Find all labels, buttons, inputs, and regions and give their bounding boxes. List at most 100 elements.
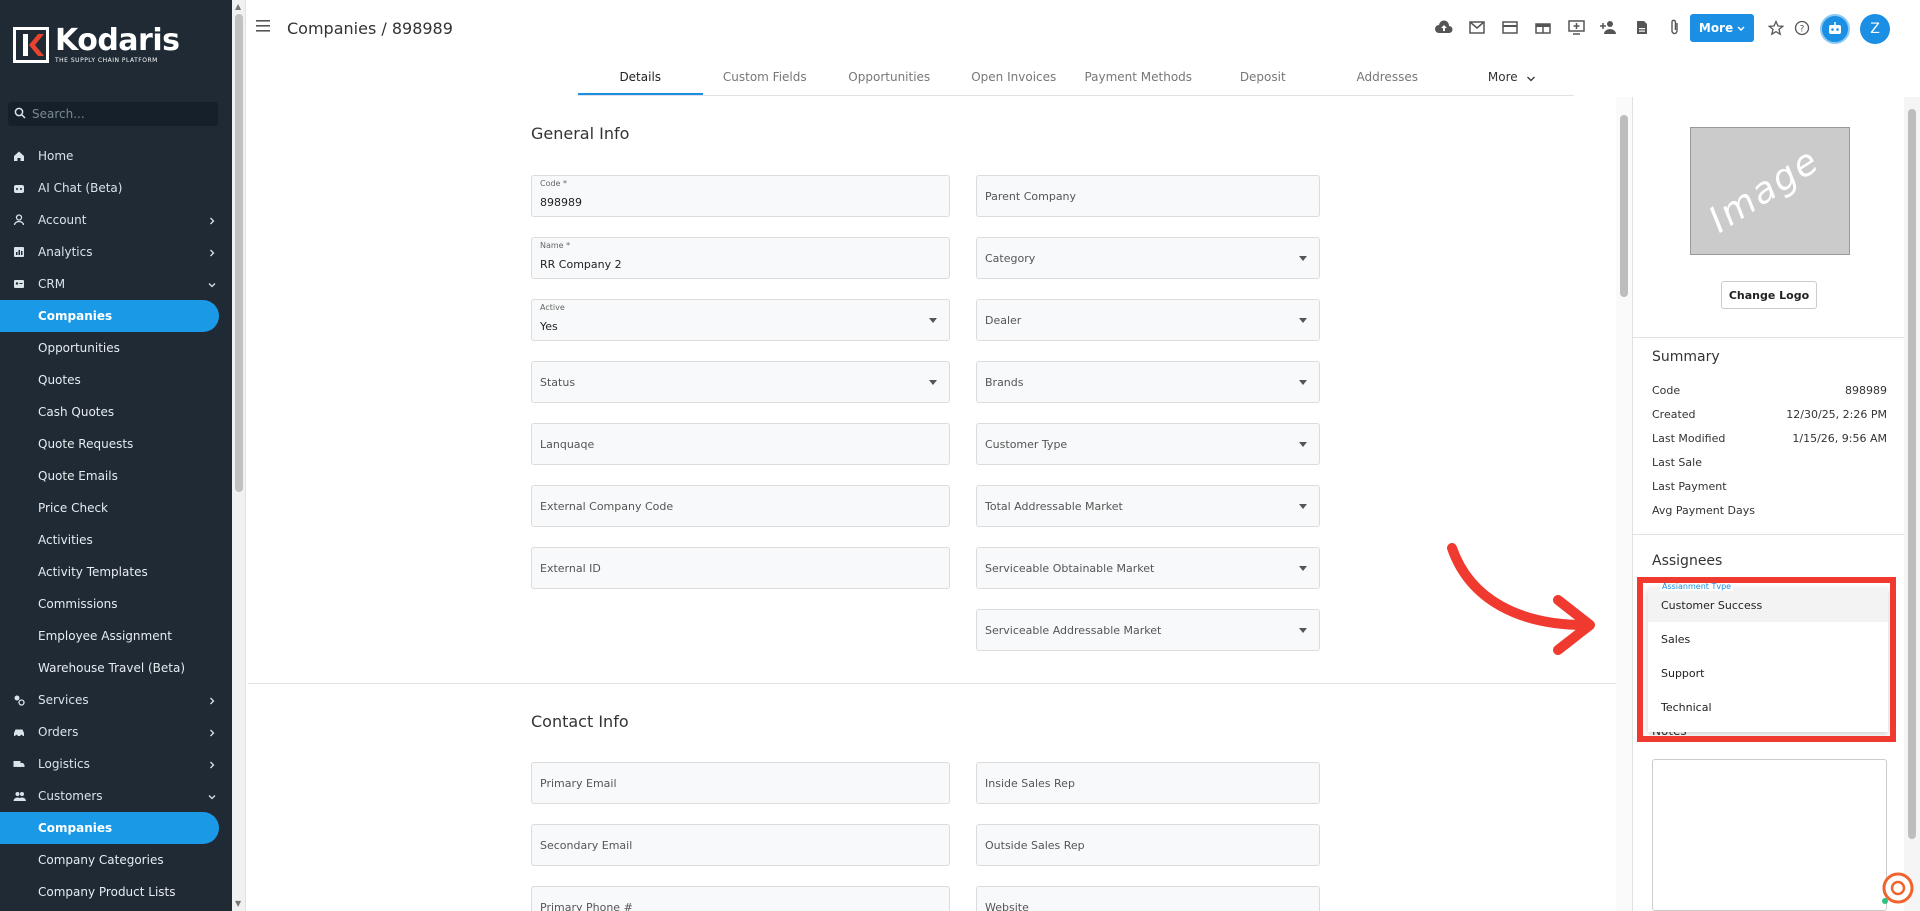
sidebar-item-crm[interactable]: CRM	[0, 268, 232, 300]
sidebar-item-services[interactable]: Services	[0, 684, 232, 716]
sidebar-search-input[interactable]	[32, 107, 202, 121]
notes-textarea[interactable]	[1652, 759, 1887, 911]
ai-robot-icon[interactable]	[1820, 14, 1850, 44]
sidebar-item-label: Quotes	[38, 373, 81, 387]
sidebar-item-companies[interactable]: Companies	[0, 300, 219, 332]
chevron-right-icon	[208, 246, 216, 260]
cloud-upload-icon[interactable]	[1434, 17, 1454, 37]
sidebar-item-activities[interactable]: Activities	[0, 524, 232, 556]
assignees-title: Assignees	[1652, 553, 1723, 569]
payment-card-icon[interactable]	[1500, 17, 1520, 37]
sidebar-item-employee-assignment[interactable]: Employee Assignment	[0, 620, 232, 652]
chat-support-icon[interactable]	[1880, 871, 1914, 905]
sidebar-item-analytics[interactable]: Analytics	[0, 236, 232, 268]
sidebar-item-opportunities[interactable]: Opportunities	[0, 332, 232, 364]
add-person-icon[interactable]	[1599, 17, 1619, 37]
dealer-field[interactable]: Dealer	[976, 299, 1320, 341]
sidebar-item-activity-templates[interactable]: Activity Templates	[0, 556, 232, 588]
right-scroll-thumb[interactable]	[1908, 109, 1916, 839]
serviceable-obtainable-market-field[interactable]: Serviceable Obtainable Market	[976, 547, 1320, 589]
lanquaqe-field[interactable]: Lanquaqe	[531, 423, 950, 465]
detail-tabs: Details Custom Fields Opportunities Open In…	[578, 60, 1574, 96]
external-company-code-field[interactable]: External Company Code	[531, 485, 950, 527]
sidebar-item-customers[interactable]: Customers	[0, 780, 232, 812]
tab-details[interactable]: Details	[578, 60, 703, 95]
document-icon[interactable]	[1632, 17, 1652, 37]
tab-custom-fields[interactable]: Custom Fields	[703, 60, 828, 95]
sidebar-item-home[interactable]: Home	[0, 140, 232, 172]
brand-logo[interactable]: Kodaris THE SUPPLY CHAIN PLATFORM	[12, 26, 180, 64]
sidebar-item-quote-requests[interactable]: Quote Requests	[0, 428, 232, 460]
tab-deposit[interactable]: Deposit	[1201, 60, 1326, 95]
category-field[interactable]: Category	[976, 237, 1320, 279]
sidebar-item-company-product-lists[interactable]: Company Product Lists	[0, 876, 232, 908]
primary-phone-field[interactable]: Primary Phone #	[531, 886, 950, 911]
home-icon	[12, 149, 26, 163]
sidebar-search[interactable]	[8, 102, 218, 126]
field-placeholder: Outside Sales Rep	[985, 839, 1085, 852]
status-field[interactable]: Status	[531, 361, 950, 403]
contact-card-icon	[12, 277, 26, 291]
total-addressable-market-field[interactable]: Total Addressable Market	[976, 485, 1320, 527]
gift-box-icon[interactable]	[1533, 17, 1553, 37]
sidebar-item-label: Services	[38, 693, 89, 707]
scroll-up-arrow-icon[interactable]: ▲	[235, 2, 241, 11]
code-field[interactable]: Code * 898989	[531, 175, 950, 217]
star-icon[interactable]	[1767, 19, 1785, 39]
sidebar-item-quote-emails[interactable]: Quote Emails	[0, 460, 232, 492]
tab-addresses[interactable]: Addresses	[1325, 60, 1450, 95]
more-button[interactable]: More	[1690, 14, 1754, 42]
right-panel-scrollbar[interactable]	[1904, 97, 1920, 911]
tab-more[interactable]: More	[1450, 60, 1575, 95]
tab-open-invoices[interactable]: Open Invoices	[952, 60, 1077, 95]
sidebar-item-label: Activity Templates	[38, 565, 148, 579]
sidebar-item-logistics[interactable]: Logistics	[0, 748, 232, 780]
serviceable-addressable-market-field[interactable]: Serviceable Addressable Market	[976, 609, 1320, 651]
chevron-down-icon	[1737, 21, 1745, 35]
sidebar-item-account[interactable]: Account	[0, 204, 232, 236]
secondary-email-field[interactable]: Secondary Email	[531, 824, 950, 866]
tab-payment-methods[interactable]: Payment Methods	[1076, 60, 1201, 95]
website-field[interactable]: Website	[976, 886, 1320, 911]
sidebar-item-quotes[interactable]: Quotes	[0, 364, 232, 396]
sidebar-item-cash-quotes[interactable]: Cash Quotes	[0, 396, 232, 428]
change-logo-button[interactable]: Change Logo	[1721, 281, 1817, 309]
main-scroll-thumb[interactable]	[1620, 115, 1628, 297]
sidebar-item-price-check[interactable]: Price Check	[0, 492, 232, 524]
active-field[interactable]: Active Yes	[531, 299, 950, 341]
name-field[interactable]: Name * RR Company 2	[531, 237, 950, 279]
sidebar-scroll-thumb[interactable]	[235, 14, 243, 492]
brands-field[interactable]: Brands	[976, 361, 1320, 403]
sidebar-scrollbar[interactable]: ▲ ▼	[232, 0, 246, 911]
monitor-icon[interactable]	[1566, 17, 1586, 37]
scroll-down-arrow-icon[interactable]: ▼	[235, 899, 241, 908]
sidebar-item-commissions[interactable]: Commissions	[0, 588, 232, 620]
mail-icon[interactable]	[1467, 17, 1487, 37]
sidebar-item-companies[interactable]: Companies	[0, 812, 219, 844]
parent-company-field[interactable]: Parent Company	[976, 175, 1320, 217]
summary-label: Code	[1652, 384, 1681, 397]
dropdown-arrow-icon	[1299, 256, 1307, 261]
customer-type-field[interactable]: Customer Type	[976, 423, 1320, 465]
brand-tagline: THE SUPPLY CHAIN PLATFORM	[55, 57, 158, 64]
inside-sales-rep-field[interactable]: Inside Sales Rep	[976, 762, 1320, 804]
sidebar-item-label: Warehouse Travel (Beta)	[38, 661, 186, 675]
right-panel: Image Change Logo Summary Code 898989 Crea…	[1632, 97, 1905, 911]
hamburger-menu-icon[interactable]	[256, 20, 270, 35]
sidebar-item-company-categories[interactable]: Company Categories	[0, 844, 232, 876]
sidebar-item-label: Analytics	[38, 245, 93, 259]
sidebar-item-ai-chat-beta[interactable]: AI Chat (Beta)	[0, 172, 232, 204]
sidebar-item-orders[interactable]: Orders	[0, 716, 232, 748]
primary-email-field[interactable]: Primary Email	[531, 762, 950, 804]
sidebar-item-label: Commissions	[38, 597, 118, 611]
field-value: 898989	[540, 196, 582, 209]
main-scrollbar[interactable]	[1616, 97, 1632, 911]
external-id-field[interactable]: External ID	[531, 547, 950, 589]
sidebar-item-warehouse-travel-beta[interactable]: Warehouse Travel (Beta)	[0, 652, 232, 684]
user-avatar[interactable]: Z	[1860, 14, 1890, 44]
outside-sales-rep-field[interactable]: Outside Sales Rep	[976, 824, 1320, 866]
paperclip-icon[interactable]	[1665, 17, 1685, 37]
tab-opportunities[interactable]: Opportunities	[827, 60, 952, 95]
dropdown-arrow-icon	[1299, 504, 1307, 509]
help-icon[interactable]: ?	[1794, 20, 1810, 39]
